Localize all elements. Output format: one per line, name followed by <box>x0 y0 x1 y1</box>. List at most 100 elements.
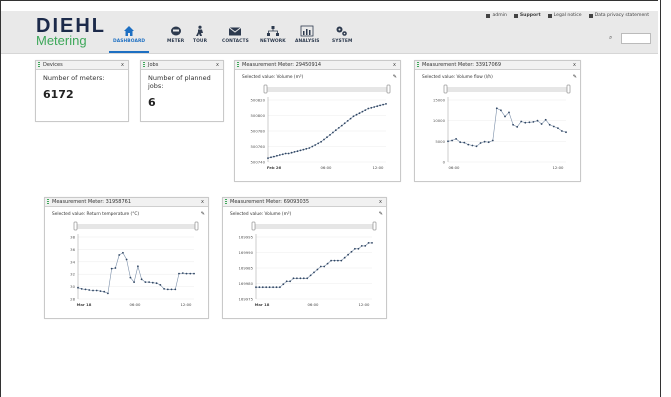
data-point <box>88 289 91 291</box>
edit-icon[interactable]: ✎ <box>393 74 397 80</box>
drag-handle-icon[interactable] <box>225 199 227 205</box>
data-point <box>114 267 117 269</box>
data-point <box>459 141 462 144</box>
data-point <box>329 134 331 136</box>
user-link[interactable]: admin <box>486 13 507 18</box>
data-point <box>528 121 531 124</box>
nav-tour[interactable]: TOUR <box>193 25 207 52</box>
measurement-widget-1: Measurement Meter: 29450914 x Selected va… <box>234 60 401 182</box>
data-point <box>181 272 184 274</box>
data-point <box>495 107 498 110</box>
user-label: admin <box>492 13 507 18</box>
data-point <box>255 286 257 289</box>
selected-value-row: Selected value: Volume (m³) ✎ <box>230 211 386 217</box>
data-point <box>483 140 486 143</box>
data-point <box>151 281 154 284</box>
data-point <box>296 277 298 280</box>
data-point <box>272 286 274 289</box>
widget-title: Devices <box>43 62 63 68</box>
x-tick-label: Feb 26 <box>267 165 282 170</box>
data-point <box>267 157 269 159</box>
nav-meter[interactable]: METER <box>167 25 184 52</box>
x-tick-label: 12:00 <box>373 165 385 170</box>
privacy-link[interactable]: Data privacy statement <box>588 13 649 18</box>
data-point <box>364 109 367 111</box>
selected-value-label: Selected value: Volume flow (l/h) <box>422 75 493 80</box>
edit-icon[interactable]: ✎ <box>201 211 205 217</box>
data-point <box>137 265 139 268</box>
close-icon[interactable]: x <box>379 198 382 206</box>
data-point <box>561 130 563 132</box>
data-point <box>284 152 287 155</box>
data-point <box>343 256 346 259</box>
y-tick-label: 169985 <box>239 266 254 271</box>
drag-handle-icon[interactable] <box>417 62 419 68</box>
data-point <box>319 265 322 268</box>
y-tick-label: 10000 <box>433 118 446 123</box>
widget-titlebar[interactable]: Measurement Meter: 33917069 x <box>415 61 580 70</box>
data-point <box>285 280 288 283</box>
drag-handle-icon[interactable] <box>237 62 239 68</box>
close-icon[interactable]: x <box>201 198 204 206</box>
edit-icon[interactable]: ✎ <box>379 211 383 217</box>
widget-titlebar[interactable]: Devices x <box>36 61 128 70</box>
widget-titlebar[interactable]: Measurement Meter: 69093035 x <box>223 198 386 207</box>
close-icon[interactable]: x <box>121 61 124 69</box>
data-point <box>508 111 510 114</box>
y-tick-label: 169980 <box>239 281 254 286</box>
close-icon[interactable]: x <box>573 61 576 69</box>
tour-icon <box>196 25 204 36</box>
data-point <box>451 139 453 142</box>
meter-count-label: Number of meters: <box>43 74 105 82</box>
gears-icon <box>336 26 348 36</box>
data-point <box>557 127 559 129</box>
data-point <box>289 280 291 283</box>
data-point <box>92 289 94 292</box>
drag-handle-icon[interactable] <box>47 199 49 205</box>
data-point <box>84 288 87 291</box>
nav-dashboard[interactable]: DASHBOARD <box>108 25 150 53</box>
widget-title: Measurement Meter: 69093035 <box>230 199 310 205</box>
y-tick-label: 5000 <box>435 139 445 144</box>
data-point <box>268 286 271 289</box>
top-strip <box>1 0 658 11</box>
meter-count-value: 6172 <box>43 88 74 101</box>
data-point <box>309 274 312 277</box>
nav-system[interactable]: SYSTEM <box>332 25 352 52</box>
data-point <box>333 259 336 262</box>
search-input[interactable] <box>621 33 651 44</box>
widget-titlebar[interactable]: Jobs x <box>141 61 223 70</box>
data-point <box>279 286 281 289</box>
data-point <box>317 142 320 145</box>
nav-label: NETWORK <box>260 39 286 44</box>
data-point <box>337 259 339 262</box>
data-point <box>355 113 358 116</box>
measurement-widget-2: Measurement Meter: 33917069 x Selected va… <box>414 60 581 182</box>
drag-handle-icon[interactable] <box>38 62 40 68</box>
data-point <box>144 281 147 283</box>
widget-titlebar[interactable]: Measurement Meter: 31958761 x <box>45 198 208 207</box>
volume-chart: 500820 500800 500780 500760 500740Feb 26 06:0… <box>251 84 391 170</box>
edit-icon[interactable]: ✎ <box>573 74 577 80</box>
data-point <box>261 286 264 289</box>
data-point <box>275 286 278 289</box>
nav-analysis[interactable]: ANALYSIS <box>295 25 320 52</box>
y-tick-label: 30 <box>70 284 75 289</box>
range-selector <box>445 87 569 92</box>
data-point <box>360 245 363 247</box>
nav-contacts[interactable]: CONTACTS <box>222 25 249 52</box>
data-point <box>270 156 272 159</box>
selected-value-row: Selected value: Volume (m³) ✎ <box>242 74 400 80</box>
y-tick-label: 500780 <box>251 129 266 134</box>
search-icon[interactable]: ⌕ <box>609 34 612 42</box>
close-icon[interactable]: x <box>393 61 396 69</box>
selected-value-row: Selected value: Return temperature (°C) ✎ <box>52 211 208 217</box>
data-point <box>524 121 527 124</box>
support-link[interactable]: Support <box>513 13 541 18</box>
nav-network[interactable]: NETWORK <box>260 25 286 52</box>
drag-handle-icon[interactable] <box>143 62 145 68</box>
widget-titlebar[interactable]: Measurement Meter: 29450914 x <box>235 61 400 70</box>
meter-icon <box>170 26 181 36</box>
close-icon[interactable]: x <box>216 61 219 69</box>
legal-link[interactable]: Legal notice <box>547 13 582 18</box>
